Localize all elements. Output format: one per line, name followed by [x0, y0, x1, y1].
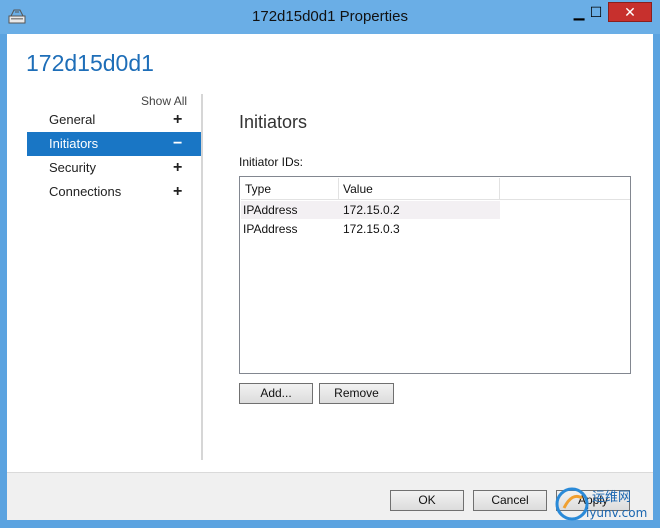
watermark-logo: 运维网 iyunv.com — [555, 487, 647, 521]
sidebar-item-label: Connections — [49, 184, 122, 199]
show-all-link[interactable]: Show All — [141, 94, 187, 108]
list-header: Type Value — [241, 178, 630, 200]
initiator-ids-list[interactable]: Type Value IPAddress 172.15.0.2 IPAddres… — [239, 176, 631, 374]
sidebar-item-label: Initiators — [49, 136, 99, 151]
sidebar-item-general[interactable]: General + — [27, 108, 201, 132]
properties-window: 172d15d0d1 Properties ▁ ☐ ✕ 172d15d0d1 S… — [0, 0, 660, 528]
table-row[interactable]: IPAddress 172.15.0.2 — [241, 201, 500, 219]
cell-value: 172.15.0.2 — [343, 203, 400, 217]
sidebar-item-initiators[interactable]: Initiators − — [27, 132, 201, 156]
ok-button[interactable]: OK — [390, 490, 464, 511]
expand-plus-icon[interactable]: + — [173, 180, 182, 204]
sidebar-nav: General + Initiators − Security + Connec… — [27, 108, 201, 204]
sidebar-item-security[interactable]: Security + — [27, 156, 201, 180]
page-title: 172d15d0d1 — [26, 50, 154, 76]
close-button[interactable]: ✕ — [608, 2, 652, 22]
sidebar-item-connections[interactable]: Connections + — [27, 180, 201, 204]
sidebar-item-label: Security — [49, 160, 96, 175]
minimize-icon: ▁ — [573, 3, 585, 20]
column-header-value[interactable]: Value — [339, 178, 500, 200]
collapse-minus-icon[interactable]: − — [173, 132, 182, 156]
expand-plus-icon[interactable]: + — [173, 108, 182, 132]
section-title: Initiators — [239, 112, 308, 132]
cell-type: IPAddress — [243, 222, 298, 236]
watermark-cn: 运维网 — [592, 490, 631, 505]
column-header-filler — [500, 178, 630, 200]
column-header-type[interactable]: Type — [241, 178, 339, 200]
maximize-button[interactable]: ☐ — [584, 2, 608, 22]
add-button[interactable]: Add... — [239, 383, 313, 404]
initiator-ids-label: Initiator IDs: — [239, 155, 304, 169]
cell-value: 172.15.0.3 — [343, 222, 400, 236]
cancel-button[interactable]: Cancel — [473, 490, 547, 511]
maximize-icon: ☐ — [589, 3, 603, 20]
expand-plus-icon[interactable]: + — [173, 156, 182, 180]
sidebar-divider — [201, 94, 203, 460]
cell-type: IPAddress — [243, 203, 298, 217]
title-bar[interactable]: 172d15d0d1 Properties ▁ ☐ ✕ — [0, 0, 660, 34]
window-title: 172d15d0d1 Properties — [252, 8, 408, 25]
table-row[interactable]: IPAddress 172.15.0.3 — [241, 220, 500, 238]
remove-button[interactable]: Remove — [319, 383, 394, 404]
dialog-client-area: 172d15d0d1 Show All General + Initiators… — [7, 34, 653, 520]
watermark-site: iyunv.com — [586, 506, 647, 520]
close-icon: ✕ — [624, 3, 636, 20]
sidebar-item-label: General — [49, 112, 96, 127]
